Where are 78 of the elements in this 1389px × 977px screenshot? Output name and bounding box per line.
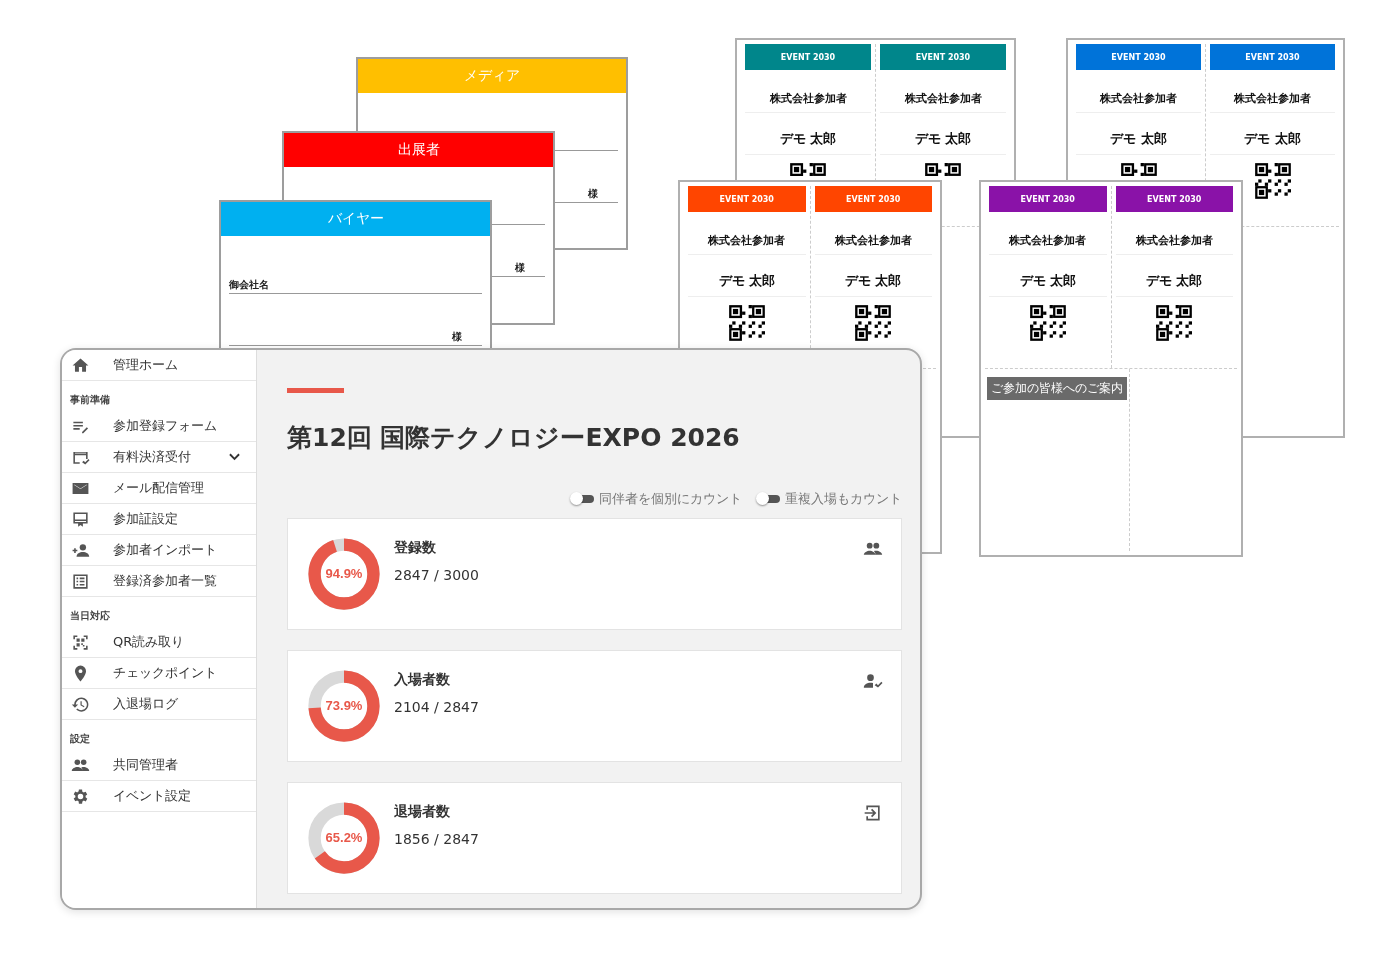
attendee-name: デモ 太郎 — [745, 131, 871, 155]
honorific-label: 様 — [588, 187, 598, 201]
qr-code-icon — [855, 305, 892, 341]
badge-header: EVENT 2030 — [1076, 44, 1201, 70]
sidebar-item[interactable]: メール配信管理 — [62, 473, 256, 504]
qr-code-icon — [1156, 305, 1193, 341]
sidebar-item[interactable]: 有料決済受付 — [62, 442, 256, 473]
sidebar-item[interactable]: チェックポイント — [62, 658, 256, 689]
stat-label: 登録数 — [394, 539, 437, 557]
page-title: 第12回 国際テクノロジーEXPO 2026 — [287, 422, 741, 454]
qr-code-icon — [925, 163, 961, 176]
sidebar-item[interactable]: 共同管理者 — [62, 750, 256, 781]
attendee-name: デモ 太郎 — [814, 273, 932, 297]
company-name: 株式会社参加者 — [745, 92, 871, 113]
history-icon — [71, 694, 90, 714]
field-label: 御会社名 — [229, 278, 269, 292]
attendee-name: デモ 太郎 — [1210, 131, 1335, 155]
card-header: 出展者 — [284, 133, 553, 167]
qr-code-icon — [1029, 305, 1066, 341]
sidebar-item[interactable]: 参加登録フォーム — [62, 411, 256, 442]
badge-header: EVENT 2030 — [880, 44, 1006, 70]
sidebar-item[interactable]: QR読み取り — [62, 627, 256, 658]
company-name: 株式会社参加者 — [1076, 92, 1201, 113]
sidebar-item[interactable]: イベント設定 — [62, 781, 256, 812]
stat-value: 2104 / 2847 — [394, 699, 479, 715]
company-name: 株式会社参加者 — [1115, 234, 1233, 255]
company-name: 株式会社参加者 — [688, 234, 806, 255]
stat-value: 2847 / 3000 — [394, 567, 479, 583]
list-icon — [71, 571, 90, 591]
sidebar-item[interactable]: 管理ホーム — [62, 350, 256, 381]
qr-code-icon — [1254, 163, 1291, 199]
home-icon — [71, 355, 90, 375]
sidebar-item[interactable]: 参加証設定 — [62, 504, 256, 535]
badge-header: EVENT 2030 — [1115, 186, 1233, 212]
honorific-label: 様 — [515, 261, 525, 275]
qr-scan-icon — [71, 632, 90, 652]
qr-code-icon — [790, 163, 826, 176]
badge-header: EVENT 2030 — [1210, 44, 1335, 70]
sidebar-item[interactable]: 登録済参加者一覧 — [62, 566, 256, 597]
badge-header: EVENT 2030 — [814, 186, 932, 212]
sidebar-item[interactable]: 入退場ログ — [62, 689, 256, 720]
sidebar-item[interactable]: 参加者インポート — [62, 535, 256, 566]
attendee-name: デモ 太郎 — [1076, 131, 1201, 155]
accent-bar — [287, 388, 344, 393]
company-name: 株式会社参加者 — [880, 92, 1006, 113]
stat-label: 退場者数 — [394, 803, 451, 821]
attendee-name: デモ 太郎 — [989, 273, 1107, 297]
section-heading: 設定 — [69, 732, 91, 746]
qr-code-icon — [1120, 163, 1157, 176]
toggle-label: 重複入場もカウント — [785, 490, 902, 508]
person-check-icon — [863, 671, 883, 691]
attendee-name: デモ 太郎 — [1115, 273, 1233, 297]
attendee-name: デモ 太郎 — [688, 273, 806, 297]
badge-header: EVENT 2030 — [688, 186, 806, 212]
section-heading: 事前準備 — [69, 393, 111, 407]
qr-code-icon — [728, 305, 765, 341]
attendee-name: デモ 太郎 — [880, 131, 1006, 155]
settings-icon — [71, 786, 90, 806]
section-heading: 当日対応 — [69, 609, 111, 623]
notice-banner: ご参加の皆様へのご案内 — [987, 377, 1127, 400]
stat-value: 1856 / 2847 — [394, 831, 479, 847]
toggle-switch[interactable] — [758, 495, 780, 503]
percent-label: 73.9% — [325, 698, 363, 713]
stat-label: 入場者数 — [394, 671, 451, 689]
exit-icon — [863, 803, 883, 823]
card-header: メディア — [358, 59, 626, 93]
badge-header: EVENT 2030 — [989, 186, 1107, 212]
company-name: 株式会社参加者 — [814, 234, 932, 255]
company-name: 株式会社参加者 — [989, 234, 1107, 255]
toggle-label: 同伴者を個別にカウント — [599, 490, 742, 508]
company-name: 株式会社参加者 — [1210, 92, 1335, 113]
percent-label: 94.9% — [325, 566, 363, 581]
badge-header: EVENT 2030 — [745, 44, 871, 70]
badge-icon — [71, 509, 90, 529]
toggle-switch[interactable] — [572, 495, 594, 503]
card-header: バイヤー — [221, 202, 490, 236]
honorific-label: 様 — [452, 330, 462, 344]
percent-label: 65.2% — [325, 830, 363, 845]
